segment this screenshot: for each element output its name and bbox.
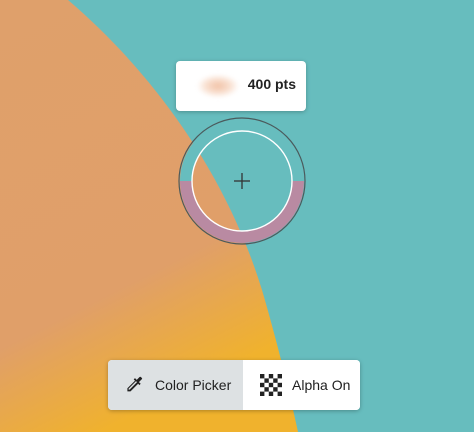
color-picker-loupe[interactable] (178, 117, 306, 245)
alpha-toggle-button[interactable]: Alpha On (243, 360, 360, 410)
bottom-toolbar: Color Picker Alpha On (108, 360, 360, 410)
brush-size-label: 400 pts (247, 76, 296, 92)
checkerboard-icon (260, 374, 282, 396)
color-picker-button[interactable]: Color Picker (108, 360, 243, 410)
brush-size-tooltip: 400 pts (176, 61, 306, 111)
loupe-sample-top (180, 119, 304, 181)
color-picker-label: Color Picker (155, 377, 232, 393)
eyedropper-icon (127, 376, 143, 392)
alpha-toggle-label: Alpha On (292, 377, 351, 393)
loupe-sample-bottom (180, 181, 304, 243)
brush-preview (198, 75, 238, 97)
crosshair-icon (234, 173, 250, 189)
